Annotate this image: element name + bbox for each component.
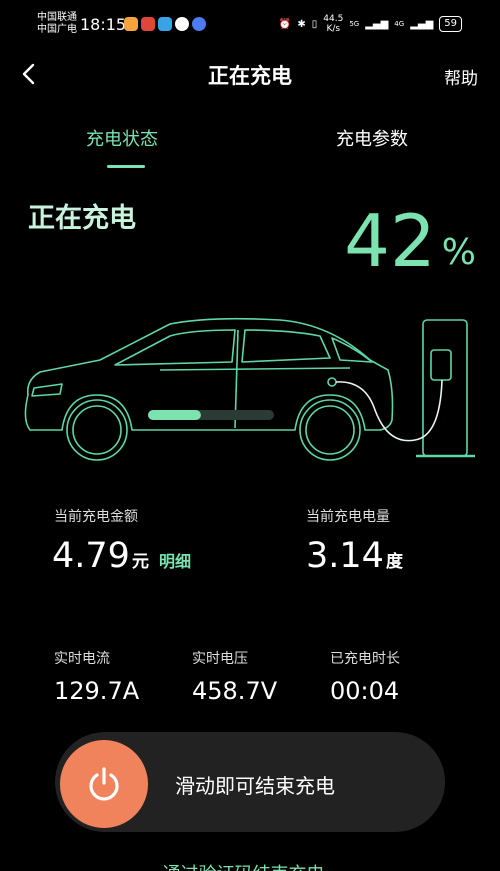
status-bar: 中国联通 中国广电 18:15 ⏰ ✱ ▯ 44.5 K/s 5G ▂▄▆ 4G… [0,0,500,48]
car-charging-illustration [24,317,475,461]
car-wheel-rear [299,399,361,461]
car-wheel-front [66,399,128,461]
slider-knob[interactable] [60,740,148,828]
notification-icons [124,17,206,31]
status-time: 18:15 [80,15,127,34]
network-type-1: 5G [349,20,360,28]
voltage-label: 实时电压 [192,651,248,667]
energy-value: 3.14 [306,536,384,576]
system-icons: ⏰ ✱ ▯ 44.5 K/s 5G ▂▄▆ 4G ▂▄▆ 59 [279,14,462,34]
percent-sign: % [441,232,476,273]
current-value: 129.7A [54,677,140,705]
car-window [331,337,373,363]
speed-value: 44.5 [323,14,344,24]
signal-icon: ▂▄▆ [365,18,389,30]
car-window [114,329,236,366]
car-window [241,329,331,363]
energy-label: 当前充电电量 [306,509,390,525]
charge-port [327,377,337,387]
app-notification-icon [141,17,155,31]
slider-text: 滑动即可结束充电 [175,774,335,798]
vibrate-icon: ▯ [311,18,318,30]
page-title: 正在充电 [208,64,292,88]
charging-station [422,319,468,457]
car-headlight [31,383,63,397]
app-notification-icon [124,17,138,31]
duration-value: 00:04 [330,677,400,705]
battery-percentage: 42 % [344,205,476,277]
speed-unit: K/s [326,24,341,34]
help-button[interactable]: 帮助 [444,64,478,89]
amount-value-group: 4.79 元明细 [52,536,191,576]
slide-to-stop-slider[interactable]: 滑动即可结束充电 [55,732,445,832]
app-notification-icon [192,17,206,31]
signal-icon: ▂▄▆ [410,18,434,30]
voltage-value: 458.7V [192,677,278,705]
energy-unit: 度 [385,552,403,572]
verification-code-link[interactable]: 通过验证码结束充电 › [0,860,500,871]
energy-value-group: 3.14 度 [306,536,403,576]
tab-charging-status[interactable]: 充电状态 [86,125,158,151]
tab-charging-params[interactable]: 充电参数 [336,125,408,151]
duration-label: 已充电时长 [330,651,400,667]
pause-icon [175,17,189,31]
details-link[interactable]: 明细 [159,552,191,571]
power-icon [89,767,119,801]
charging-status-label: 正在充电 [28,203,136,234]
current-label: 实时电流 [54,651,110,667]
amount-value: 4.79 [52,536,130,576]
carrier-info: 中国联通 中国广电 [37,12,77,36]
amount-label: 当前充电金额 [54,509,138,525]
network-type-2: 4G [394,20,405,28]
carrier-2: 中国广电 [37,24,77,35]
app-notification-icon [158,17,172,31]
battery-bar-fill [148,410,201,420]
active-tab-indicator [107,165,145,168]
bluetooth-icon: ✱ [297,18,306,30]
carrier-1: 中国联通 [37,12,77,23]
alarm-icon: ⏰ [278,18,292,30]
amount-unit: 元 [131,552,149,572]
percent-value: 42 [344,199,436,283]
battery-icon: 59 [439,16,462,32]
network-speed: 44.5 K/s [323,14,343,34]
